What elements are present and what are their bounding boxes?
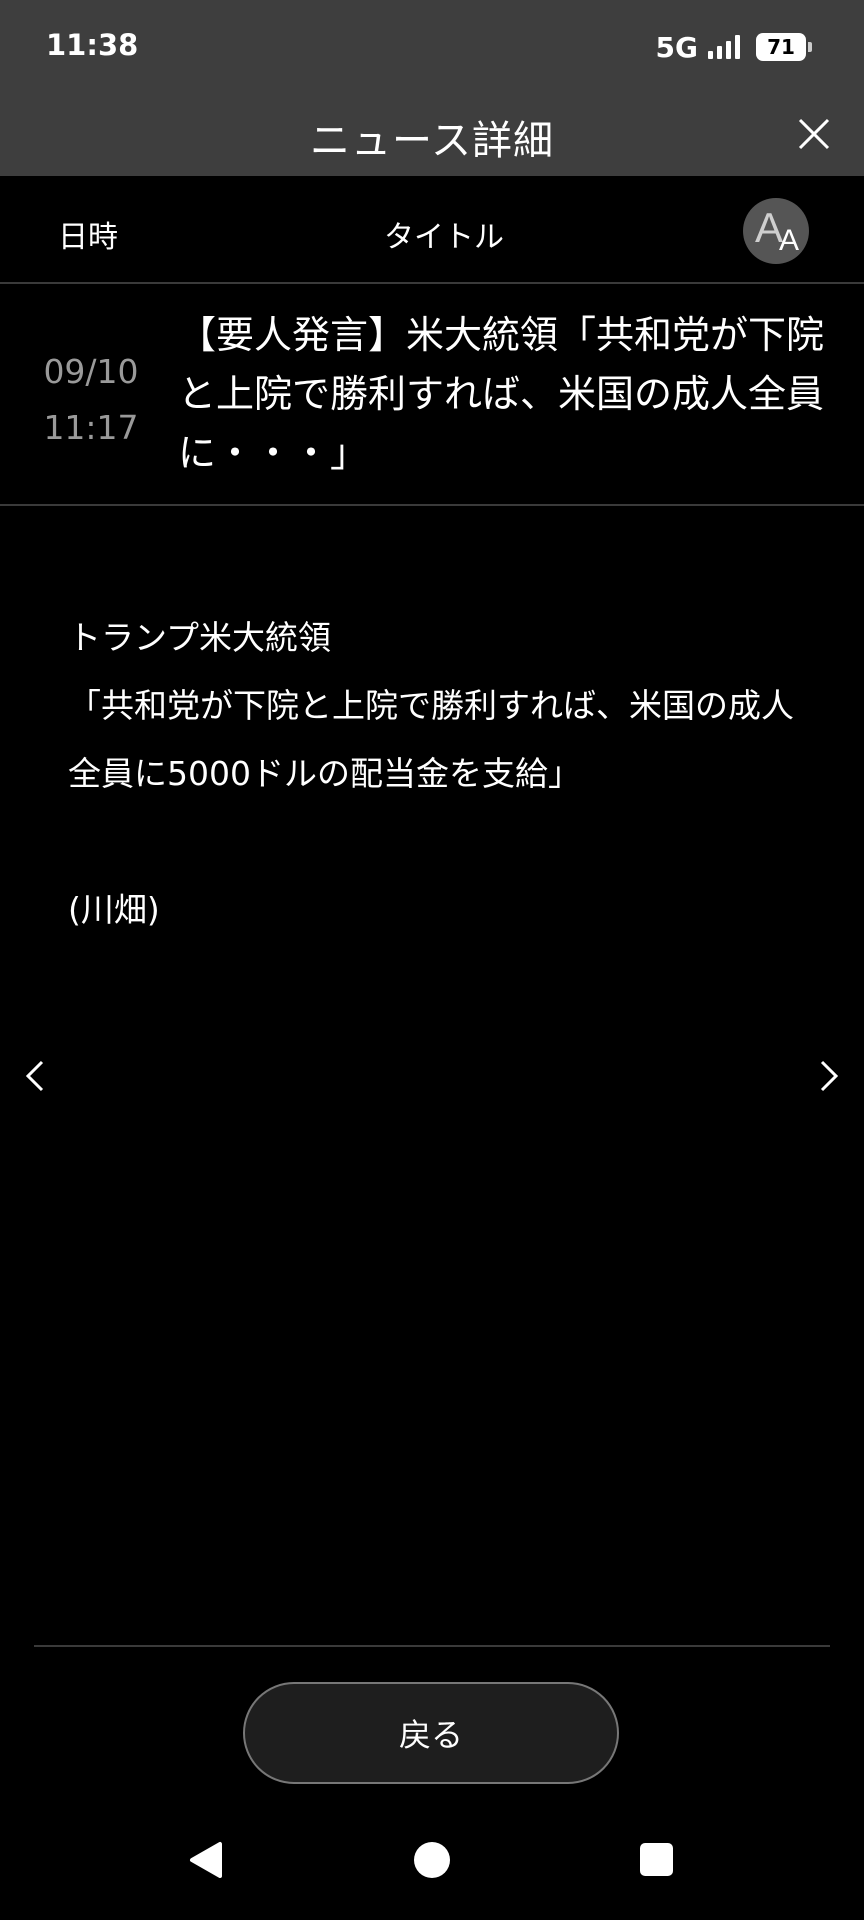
status-icons: 5G 71	[655, 28, 812, 66]
chevron-right-icon	[820, 1060, 839, 1092]
battery-level: 71	[767, 35, 795, 59]
previous-article-button[interactable]	[18, 1054, 54, 1098]
divider	[34, 1645, 830, 1647]
article-line: トランプ米大統領	[68, 618, 332, 657]
headline-date: 09/10	[43, 352, 139, 391]
signal-icon	[708, 35, 740, 59]
close-icon	[798, 118, 830, 150]
column-header: 日時 タイトル A A	[0, 176, 864, 284]
headline-title: 【要人発言】米大統領「共和党が下院と上院で勝利すれば、米国の成人全員に・・・」	[178, 313, 825, 475]
close-button[interactable]	[794, 114, 834, 154]
battery-icon: 71	[756, 33, 812, 61]
system-home-button[interactable]	[414, 1842, 450, 1878]
font-size-button[interactable]: A A	[743, 198, 809, 264]
headline-row: 09/10 11:17 【要人発言】米大統領「共和党が下院と上院で勝利すれば、米…	[0, 284, 864, 506]
network-type: 5G	[655, 30, 698, 64]
triangle-back-icon	[190, 1842, 222, 1878]
headline-time: 11:17	[43, 408, 139, 447]
app-header: ニュース詳細	[0, 92, 864, 176]
article-body: トランプ米大統領 「共和党が下院と上院で勝利すれば、米国の成人全員に5000ドル…	[68, 604, 808, 944]
system-nav-bar	[0, 1810, 864, 1920]
column-date-label: 日時	[58, 220, 118, 255]
next-article-button[interactable]	[810, 1054, 846, 1098]
page-title: ニュース詳細	[310, 118, 554, 164]
chevron-left-icon	[25, 1060, 44, 1092]
status-bar: 11:38 5G 71	[0, 0, 864, 92]
article-line: 「共和党が下院と上院で勝利すれば、米国の成人全員に5000ドルの配当金を支給」	[68, 686, 794, 793]
system-back-button[interactable]	[188, 1840, 224, 1880]
status-time: 11:38	[46, 28, 139, 62]
column-title-label: タイトル	[384, 220, 504, 255]
headline-datetime: 09/10 11:17	[38, 344, 144, 456]
font-size-small-glyph: A	[779, 224, 800, 257]
article-byline: (川畑)	[68, 890, 160, 929]
system-recents-button[interactable]	[640, 1843, 673, 1876]
back-button[interactable]: 戻る	[243, 1682, 619, 1784]
